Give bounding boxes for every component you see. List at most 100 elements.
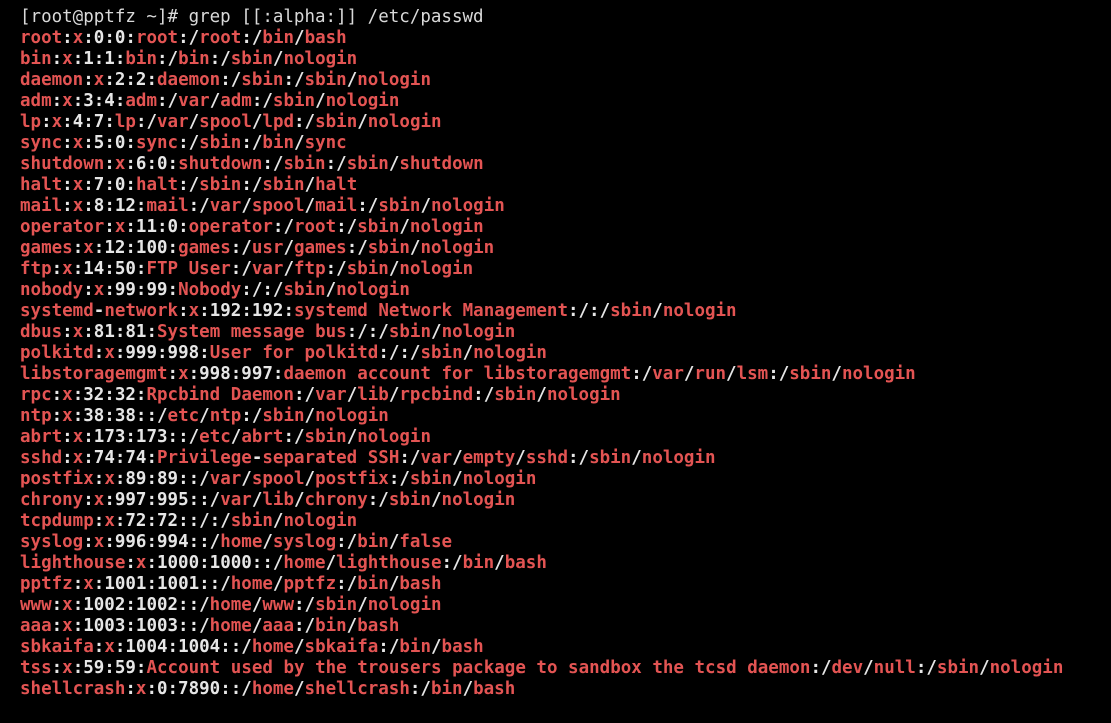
grep-match: shellcrash — [20, 679, 126, 699]
plain-text — [357, 448, 368, 468]
plain-text: / — [452, 448, 463, 468]
grep-match: sbin — [346, 259, 389, 279]
output-line: abrt:x:173:173::/etc/abrt:/sbin/nologin — [20, 427, 1111, 448]
grep-match: bus — [315, 322, 347, 342]
grep-match: nologin — [462, 469, 537, 489]
grep-match: x — [93, 532, 105, 552]
plain-text: :/:/ — [378, 343, 421, 363]
plain-text: :3:4: — [72, 91, 126, 111]
grep-match: rpc — [20, 385, 52, 405]
plain-text — [431, 364, 442, 384]
grep-match: to — [536, 658, 558, 678]
plain-text: : — [62, 196, 73, 216]
output-line: shellcrash:x:0:7890::/home/shellcrash:/b… — [20, 679, 1111, 700]
plain-text — [220, 658, 231, 678]
output-line: chrony:x:997:995::/var/lib/chrony:/sbin/… — [20, 490, 1111, 511]
grep-match: nologin — [841, 364, 916, 384]
grep-match: by — [283, 658, 305, 678]
grep-match: x — [62, 385, 73, 405]
grep-match: usr — [251, 238, 284, 258]
grep-match: postfix — [315, 469, 389, 489]
grep-match: x — [62, 49, 73, 69]
grep-match: for — [441, 364, 474, 384]
grep-match: var — [209, 469, 242, 489]
plain-text: / — [430, 490, 442, 510]
grep-match: shutdown — [399, 154, 484, 174]
plain-text: / — [262, 532, 273, 552]
output-line: ntp:x:38:38::/etc/ntp:/sbin/nologin — [20, 406, 1111, 427]
grep-match: bash — [399, 574, 442, 594]
plain-text: / — [346, 616, 358, 636]
plain-text: :2:2: — [104, 70, 157, 90]
grep-match: halt — [20, 175, 63, 195]
plain-text: / — [241, 196, 252, 216]
grep-match: libstoragemgmt — [20, 364, 168, 384]
grep-match: x — [72, 175, 84, 195]
plain-text: :/ — [357, 196, 379, 216]
grep-match: network — [104, 301, 179, 321]
plain-text: / — [251, 595, 263, 615]
grep-match: bin — [399, 637, 431, 657]
plain-text — [558, 658, 569, 678]
plain-text: / — [325, 553, 337, 573]
plain-text: :/ — [283, 70, 305, 90]
plain-text: :/ — [768, 364, 790, 384]
grep-match: lighthouse — [336, 553, 442, 573]
grep-match: etc — [167, 406, 200, 426]
grep-match: sbin — [241, 70, 284, 90]
grep-match: root — [135, 28, 179, 48]
grep-match: run — [694, 364, 727, 384]
plain-text: / — [515, 448, 526, 468]
grep-match: x — [93, 490, 105, 510]
plain-text: :1004:1004::/ — [114, 637, 252, 657]
grep-match: x — [72, 133, 84, 153]
terminal-window[interactable]: [root@pptfz ~]# grep [[:alpha:]] /etc/pa… — [0, 0, 1111, 723]
plain-text: / — [315, 91, 326, 111]
output-line: libstoragemgmt:x:998:997:daemon account … — [20, 364, 1111, 385]
grep-match: bash — [441, 637, 484, 657]
plain-text: / — [631, 448, 642, 468]
plain-text: / — [346, 427, 358, 447]
grep-match: trousers — [357, 658, 442, 678]
grep-match: Management — [462, 301, 568, 321]
grep-match: games — [294, 238, 347, 258]
grep-match: x — [72, 448, 84, 468]
grep-match: bash — [473, 679, 516, 699]
grep-match: daemon — [747, 658, 811, 678]
grep-match: daemon — [20, 70, 84, 90]
grep-match: System — [157, 322, 221, 342]
grep-match: libstoragemgmt — [483, 364, 632, 384]
grep-match: message — [230, 322, 305, 342]
grep-match: sbin — [230, 511, 273, 531]
grep-match: nologin — [431, 196, 505, 216]
grep-match: tss — [20, 658, 52, 678]
plain-text — [347, 364, 358, 384]
plain-text: / — [388, 154, 400, 174]
grep-match: adm — [125, 91, 157, 111]
plain-text: : — [51, 595, 63, 615]
grep-match: abrt — [20, 427, 63, 447]
grep-match: sbin — [388, 490, 431, 510]
plain-text: : — [72, 574, 84, 594]
grep-match: nologin — [325, 91, 400, 111]
plain-text: / — [388, 532, 400, 552]
plain-text: :/ — [241, 406, 263, 426]
grep-match: shutdown — [178, 154, 263, 174]
grep-match: nologin — [641, 448, 716, 468]
grep-match: ftp — [20, 259, 52, 279]
plain-text: / — [683, 364, 695, 384]
plain-text: / — [462, 679, 474, 699]
grep-match: x — [135, 553, 147, 573]
grep-match: daemon — [157, 70, 221, 90]
grep-match: x — [62, 595, 73, 615]
grep-match: root — [20, 28, 63, 48]
plain-text: : — [51, 616, 63, 636]
grep-match: adm — [20, 91, 52, 111]
output-line: lp:x:4:7:lp:/var/spool/lpd:/sbin/nologin — [20, 112, 1111, 133]
grep-match: x — [83, 574, 94, 594]
grep-match: Nobody — [178, 280, 242, 300]
grep-match: for — [262, 343, 294, 363]
output-line: bin:x:1:1:bin:/bin:/sbin/nologin — [20, 49, 1111, 70]
grep-match: pptfz — [20, 574, 73, 594]
grep-match: x — [62, 406, 73, 426]
